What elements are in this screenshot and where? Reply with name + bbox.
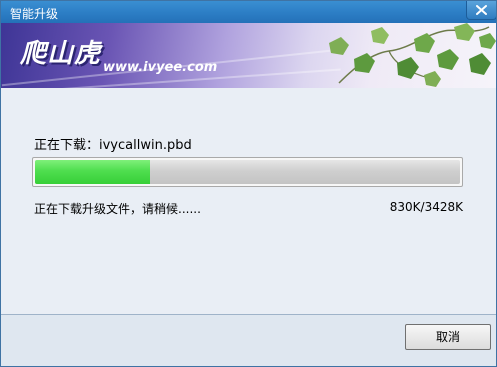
dialog-footer: 取消 — [1, 314, 496, 366]
download-panel: 正在下载：ivycallwin.pbd 正在下载升级文件，请稍候...... 8… — [1, 88, 496, 314]
upgrade-dialog: 智能升级 爬山虎 www.ivyee.com 正在下载：ivycallwin.p… — [0, 0, 497, 367]
cancel-button[interactable]: 取消 — [405, 324, 491, 350]
window-title: 智能升级 — [10, 7, 59, 21]
close-icon — [476, 5, 487, 15]
downloading-file-label: 正在下载：ivycallwin.pbd — [34, 138, 192, 153]
progress-fill — [35, 160, 150, 184]
download-status-text: 正在下载升级文件，请稍候...... — [34, 202, 201, 216]
download-size-text: 830K/3428K — [389, 200, 463, 214]
title-bar[interactable]: 智能升级 — [1, 1, 496, 23]
ivy-vine-decoration — [329, 23, 496, 87]
brand-logo: 爬山虎 — [20, 39, 102, 69]
close-button[interactable] — [466, 1, 496, 20]
progress-track — [35, 160, 460, 184]
site-url: www.ivyee.com — [103, 60, 218, 75]
brand-banner: 爬山虎 www.ivyee.com — [1, 23, 496, 88]
download-progress-bar — [32, 157, 463, 187]
